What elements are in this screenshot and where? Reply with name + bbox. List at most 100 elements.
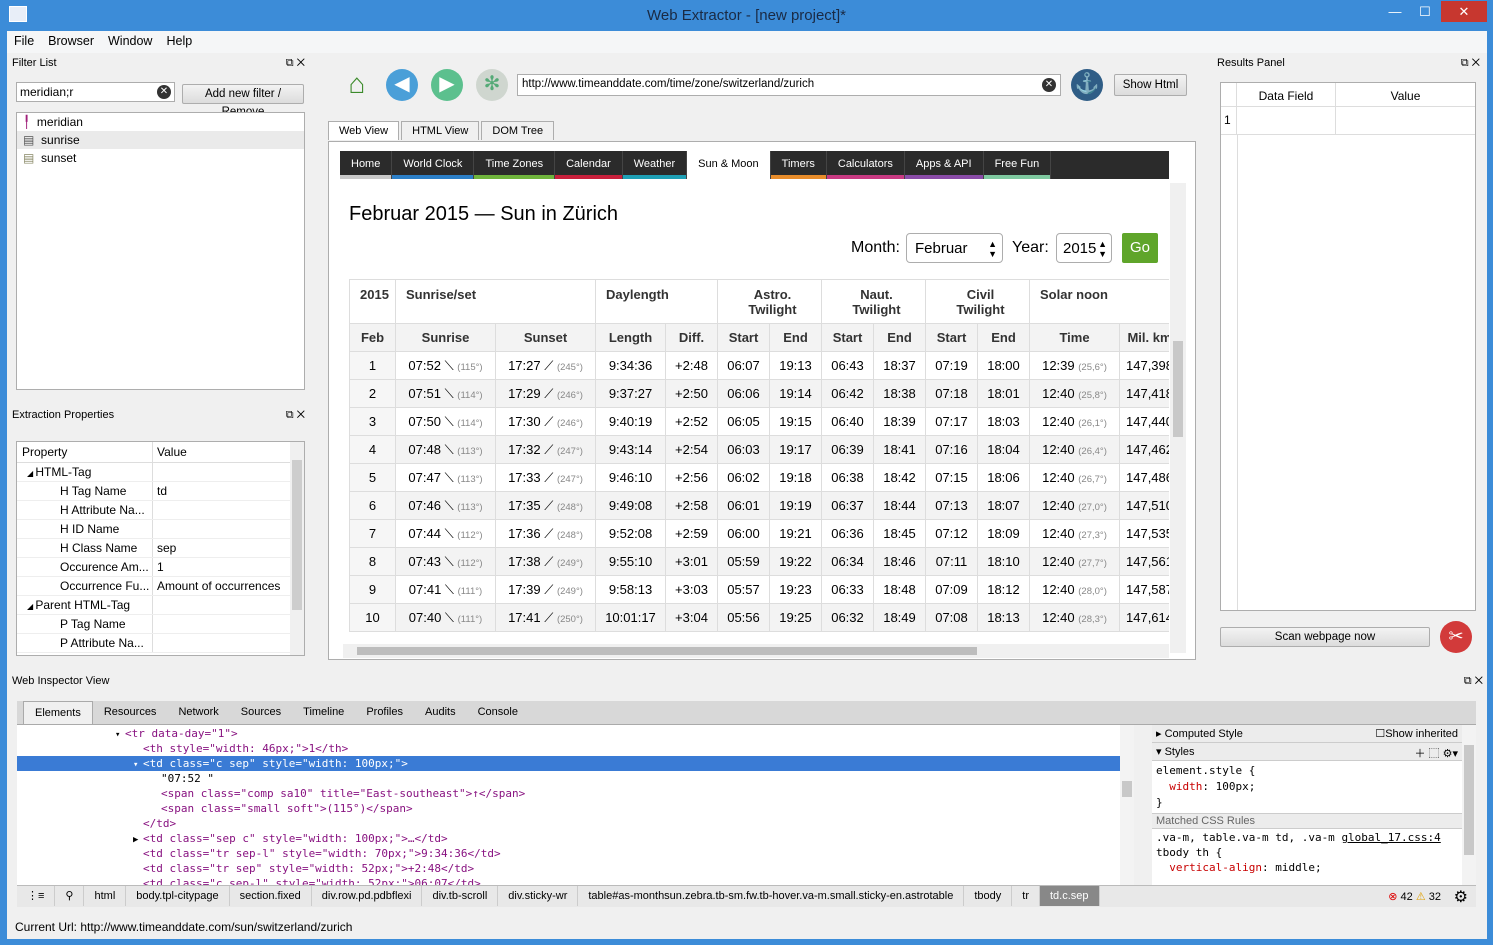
table-row[interactable]: 3 07:50 ⟍ (114°) 17:30 ⟋ (246°) 9:40:19 +2:5…: [349, 407, 1169, 436]
styles-scrollbar[interactable]: [1462, 725, 1476, 885]
tab-html-view[interactable]: HTML View: [401, 121, 480, 140]
property-row[interactable]: ◢ HTML-Tag: [17, 463, 304, 482]
expand-triangle-icon[interactable]: ▶: [133, 833, 143, 848]
scrollbar[interactable]: [290, 442, 304, 655]
menu-file[interactable]: File: [7, 31, 41, 51]
cell[interactable]: [1336, 107, 1475, 134]
clear-icon[interactable]: ✕: [157, 85, 171, 99]
property-row[interactable]: Occurence Am... 1: [17, 558, 304, 577]
property-row[interactable]: H Attribute Na...: [17, 501, 304, 520]
breadcrumb-item[interactable]: div.tb-scroll: [422, 886, 499, 906]
dom-node[interactable]: <td class="tr sep-l" style="width: 70px;…: [17, 846, 1134, 861]
property-value[interactable]: [153, 463, 161, 481]
site-nav-item[interactable]: Apps & API: [904, 151, 984, 179]
breadcrumb-item[interactable]: tbody: [964, 886, 1013, 906]
dom-node[interactable]: <th style="width: 46px;">1</th>: [17, 741, 1134, 756]
breadcrumb-item[interactable]: div.sticky-wr: [498, 886, 579, 906]
dom-node[interactable]: <span class="small soft">(115°)</span>: [17, 801, 1134, 816]
property-value[interactable]: [153, 520, 161, 538]
property-row[interactable]: ◢ Parent HTML-Tag: [17, 596, 304, 615]
styles-tools-icon[interactable]: ＋ ⬚ ⚙▾: [1415, 745, 1459, 761]
dom-node[interactable]: <td class="c sep-l" style="width: 52px;"…: [17, 876, 1134, 885]
dock-controls[interactable]: ⧉ ✕: [286, 54, 305, 72]
clear-url-icon[interactable]: ✕: [1042, 78, 1056, 92]
menu-help[interactable]: Help: [159, 31, 199, 51]
inspector-tab[interactable]: Network: [167, 701, 229, 724]
css-value[interactable]: middle;: [1275, 861, 1321, 874]
property-value[interactable]: Amount of occurrences: [153, 577, 284, 595]
show-inherited-checkbox[interactable]: ☐Show inherited: [1375, 727, 1458, 740]
table-row[interactable]: 8 07:43 ⟍ (112°) 17:38 ⟋ (249°) 9:55:10 +3:0…: [349, 547, 1169, 576]
scissors-icon[interactable]: ✂: [1440, 621, 1472, 653]
home-icon[interactable]: ⌂: [341, 69, 373, 101]
dock-controls[interactable]: ⧉ ✕: [286, 406, 305, 424]
cell[interactable]: [1237, 107, 1336, 134]
styles-header[interactable]: Styles: [1165, 746, 1195, 758]
list-item[interactable]: ▤ sunset: [17, 149, 304, 167]
property-row[interactable]: P Tag Name: [17, 615, 304, 634]
maximize-button[interactable]: ☐: [1410, 1, 1440, 22]
error-count[interactable]: ⊗ 42 ⚠ 32: [1388, 890, 1441, 903]
go-button[interactable]: Go: [1122, 233, 1158, 263]
site-nav-item[interactable]: Home: [340, 151, 393, 179]
breadcrumb-item[interactable]: section.fixed: [230, 886, 312, 906]
dom-scrollbar[interactable]: [1120, 725, 1134, 885]
tab-web-view[interactable]: Web View: [328, 121, 400, 140]
property-value[interactable]: sep: [153, 539, 180, 557]
close-button[interactable]: ✕: [1441, 1, 1487, 22]
css-property[interactable]: width: [1169, 780, 1202, 793]
v-scrollbar[interactable]: [1170, 183, 1186, 653]
inspector-tab[interactable]: Elements: [23, 701, 93, 724]
dock-controls[interactable]: ⧉ ✕: [1464, 672, 1483, 690]
anchor-icon[interactable]: ⚓: [1071, 69, 1103, 101]
site-nav-item[interactable]: Calculators: [826, 151, 905, 179]
site-nav-item[interactable]: World Clock: [392, 151, 475, 179]
collapse-icon[interactable]: ▾: [1156, 746, 1162, 758]
breadcrumb-item[interactable]: tr: [1012, 886, 1040, 906]
url-input[interactable]: http://www.timeanddate.com/time/zone/swi…: [522, 78, 814, 90]
dom-node[interactable]: "07:52 ": [17, 771, 1134, 786]
table-row[interactable]: 5 07:47 ⟍ (113°) 17:33 ⟋ (247°) 9:46:10 +2:5…: [349, 463, 1169, 492]
dock-controls[interactable]: ⧉ ✕: [1461, 54, 1480, 72]
css-property[interactable]: vertical-align: [1169, 861, 1262, 874]
inspector-tab[interactable]: Profiles: [355, 701, 414, 724]
property-value[interactable]: [153, 501, 161, 519]
expand-triangle-icon[interactable]: ▾: [133, 758, 143, 773]
site-nav-item[interactable]: Free Fun: [983, 151, 1052, 179]
inspector-tab[interactable]: Resources: [93, 701, 168, 724]
url-box[interactable]: http://www.timeanddate.com/time/zone/swi…: [517, 74, 1061, 96]
dom-node[interactable]: ▾ <td class="c sep" style="width: 100px;"…: [17, 756, 1134, 771]
h-scrollbar[interactable]: [343, 644, 1169, 658]
property-row[interactable]: H Tag Name td: [17, 482, 304, 501]
expand-icon[interactable]: ▸: [1156, 728, 1162, 740]
computed-style-header[interactable]: Computed Style: [1165, 728, 1243, 740]
table-row[interactable]: 10 07:40 ⟍ (111°) 17:41 ⟋ (250°) 10:01:17 +3…: [349, 603, 1169, 632]
dom-node[interactable]: </td>: [17, 816, 1134, 831]
table-row[interactable]: 2 07:51 ⟍ (114°) 17:29 ⟋ (246°) 9:37:27 +2:5…: [349, 379, 1169, 408]
add-filter-button[interactable]: Add new filter / Remove: [182, 84, 304, 118]
forward-icon[interactable]: ▶: [431, 69, 463, 101]
table-row[interactable]: 1 07:52 ⟍ (115°) 17:27 ⟋ (245°) 9:34:36 +2:4…: [349, 351, 1169, 380]
property-value[interactable]: [153, 596, 161, 614]
back-icon[interactable]: ◀: [386, 69, 418, 101]
menu-window[interactable]: Window: [101, 31, 159, 51]
site-nav-item[interactable]: Weather: [622, 151, 688, 179]
site-nav-item[interactable]: Timers: [770, 151, 827, 179]
property-row[interactable]: P Attribute Na...: [17, 634, 304, 653]
table-row[interactable]: 6 07:46 ⟍ (113°) 17:35 ⟋ (248°) 9:49:08 +2:5…: [349, 491, 1169, 520]
breadcrumb-item[interactable]: div.row.pd.pdbflexi: [312, 886, 423, 906]
inspector-tab[interactable]: Console: [467, 701, 529, 724]
property-row[interactable]: H Class Name sep: [17, 539, 304, 558]
filter-input[interactable]: meridian;r: [20, 85, 73, 99]
property-value[interactable]: td: [153, 482, 171, 500]
property-row[interactable]: H ID Name: [17, 520, 304, 539]
property-value[interactable]: 1: [153, 558, 168, 576]
dom-node[interactable]: <span class="comp sa10" title="East-sout…: [17, 786, 1134, 801]
property-value[interactable]: [153, 634, 161, 652]
inspector-tab[interactable]: Audits: [414, 701, 467, 724]
month-select[interactable]: Februar ▲ ▼: [906, 233, 1003, 263]
reload-icon[interactable]: ✻: [476, 69, 508, 101]
console-toggle-icon[interactable]: ⋮≡: [17, 886, 56, 906]
dom-node[interactable]: ▶ <td class="sep c" style="width: 100px;"…: [17, 831, 1134, 846]
expand-triangle-icon[interactable]: ▾: [115, 728, 125, 743]
